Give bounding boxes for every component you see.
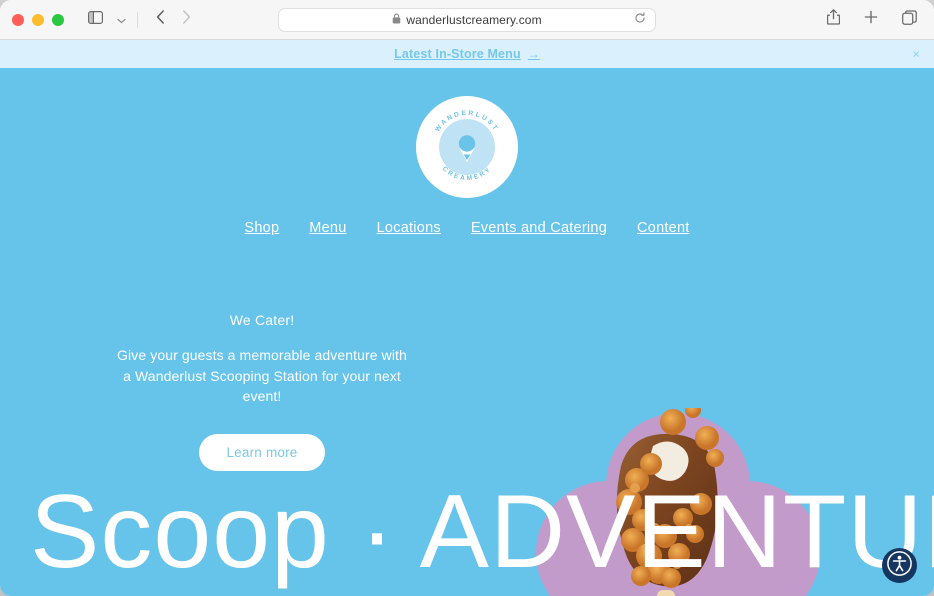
lock-icon xyxy=(392,11,401,29)
hero-eyebrow: We Cater! xyxy=(229,312,295,328)
forward-button[interactable] xyxy=(173,8,199,32)
browser-toolbar: wanderlustcreamery.com xyxy=(0,0,934,40)
sidebar-dropdown-button[interactable] xyxy=(108,8,134,32)
share-icon xyxy=(826,9,840,30)
learn-more-button[interactable]: Learn more xyxy=(199,434,325,472)
tab-overview-button[interactable] xyxy=(896,8,922,32)
announcement-bar: Latest In-Store Menu → × xyxy=(0,40,934,68)
browser-window: wanderlustcreamery.com Latest In-Store M… xyxy=(0,0,934,596)
back-button[interactable] xyxy=(147,8,173,32)
site-content: WANDERLUST CREAMERY Shop Menu Locations … xyxy=(0,68,934,596)
marquee-band: Scoop · ADVENTURE · Vacation xyxy=(0,472,934,592)
toolbar-divider xyxy=(137,11,138,28)
nav-item-content[interactable]: Content xyxy=(637,220,690,236)
chevron-down-icon xyxy=(116,11,126,29)
marquee-text: Scoop · ADVENTURE · Vacation xyxy=(30,474,934,590)
clover-decoration xyxy=(536,413,821,596)
nav-item-locations[interactable]: Locations xyxy=(377,220,441,236)
main-navigation: Shop Menu Locations Events and Catering … xyxy=(0,220,934,236)
hero-block: We Cater! Give your guests a memorable a… xyxy=(112,312,412,472)
announcement-label: Latest In-Store Menu xyxy=(394,47,521,61)
tab-overview-icon xyxy=(901,9,917,30)
close-window-button[interactable] xyxy=(12,13,24,26)
nav-item-shop[interactable]: Shop xyxy=(244,220,279,236)
plus-icon xyxy=(864,10,878,29)
chevron-right-icon xyxy=(182,10,191,29)
address-field[interactable]: wanderlustcreamery.com xyxy=(278,8,656,32)
announcement-link[interactable]: Latest In-Store Menu → xyxy=(394,47,540,61)
sidebar-toggle-button[interactable] xyxy=(82,8,108,32)
product-image xyxy=(585,402,765,596)
share-button[interactable] xyxy=(820,8,846,32)
address-bar[interactable]: wanderlustcreamery.com xyxy=(278,8,656,32)
site-logo[interactable]: WANDERLUST CREAMERY xyxy=(416,96,518,198)
sidebar-icon xyxy=(87,10,103,29)
minimize-window-button[interactable] xyxy=(32,13,44,26)
announcement-close-button[interactable]: × xyxy=(912,48,920,61)
nav-item-events-and-catering[interactable]: Events and Catering xyxy=(471,220,607,236)
new-tab-button[interactable] xyxy=(858,8,884,32)
maximize-window-button[interactable] xyxy=(52,13,64,26)
page-viewport: Latest In-Store Menu → × WANDERLUST CREA… xyxy=(0,40,934,596)
arrow-right-icon: → xyxy=(527,47,540,61)
hero-body: Give your guests a memorable adventure w… xyxy=(117,347,407,405)
accessibility-widget-button[interactable] xyxy=(882,548,917,583)
window-controls xyxy=(12,13,64,26)
nav-item-menu[interactable]: Menu xyxy=(309,220,346,236)
reload-icon[interactable] xyxy=(634,11,646,29)
accessibility-person-icon xyxy=(886,550,913,582)
toolbar-right-actions xyxy=(820,8,922,32)
url-text: wanderlustcreamery.com xyxy=(406,13,542,27)
chevron-left-icon xyxy=(156,10,165,29)
